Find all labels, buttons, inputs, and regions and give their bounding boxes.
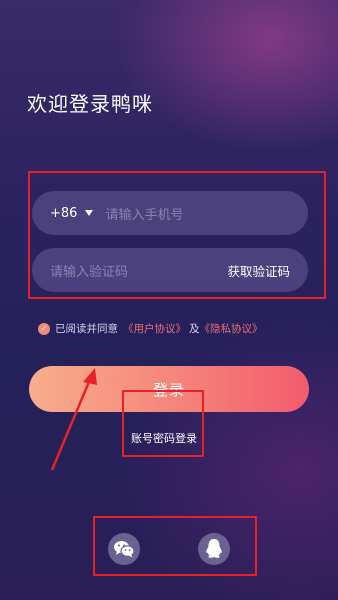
wechat-icon (114, 541, 135, 558)
qq-login-button[interactable] (198, 533, 230, 565)
qq-icon (206, 539, 222, 558)
annotation-arrow (50, 368, 97, 471)
wechat-login-button[interactable] (108, 533, 140, 565)
